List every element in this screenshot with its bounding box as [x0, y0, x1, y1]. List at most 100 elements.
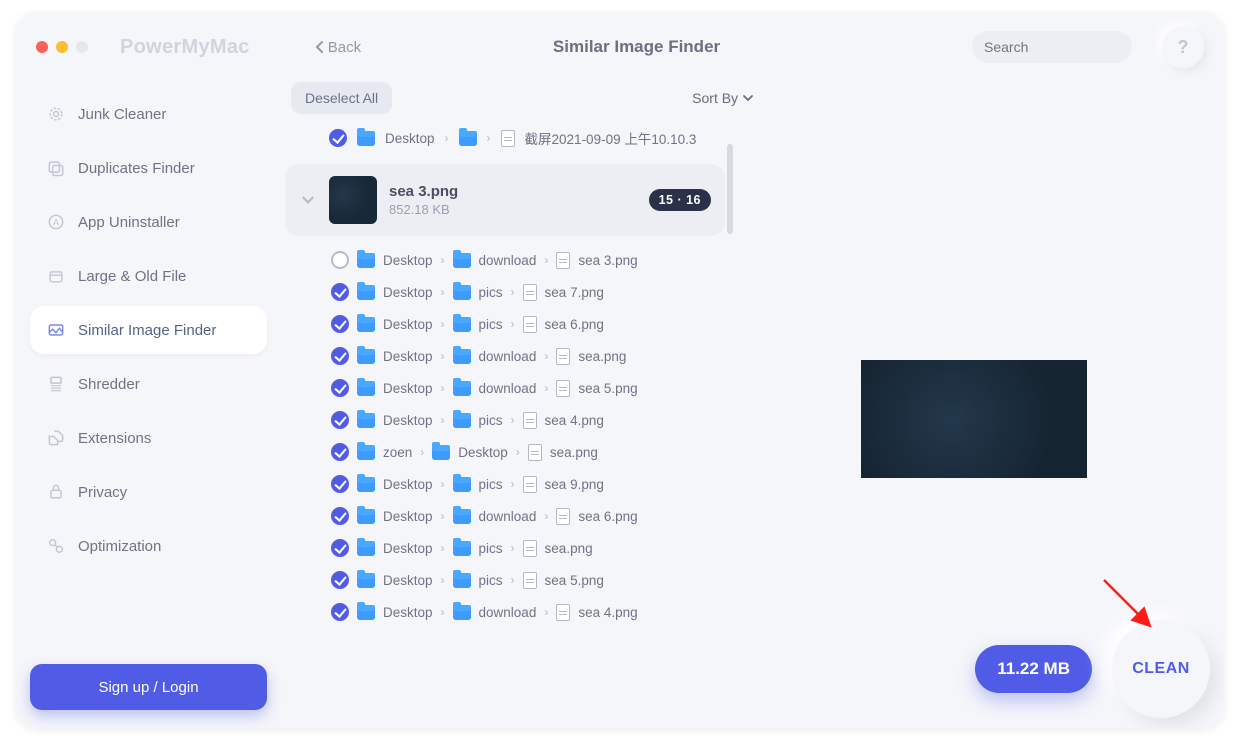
checkbox-icon[interactable]: [331, 379, 349, 397]
breadcrumb-segment: Desktop: [383, 317, 433, 332]
chevron-down-icon: [299, 191, 317, 209]
folder-icon: [357, 381, 375, 396]
checkbox-icon[interactable]: [331, 411, 349, 429]
folder-icon: [453, 509, 471, 524]
folder-icon: [453, 349, 471, 364]
file-icon: [523, 476, 537, 493]
folder-icon: [357, 541, 375, 556]
folder-icon: [357, 131, 375, 146]
list-item[interactable]: Desktop › pics › sea 7.png: [285, 276, 725, 308]
checkbox-icon[interactable]: [331, 475, 349, 493]
list-item[interactable]: Desktop › download › sea 3.png: [285, 244, 725, 276]
file-icon: [556, 508, 570, 525]
sort-by-button[interactable]: Sort By: [692, 90, 754, 106]
breadcrumb-segment: download: [479, 509, 537, 524]
breadcrumb-segment: pics: [479, 573, 503, 588]
breadcrumb-segment: Desktop: [383, 285, 433, 300]
search-field[interactable]: [972, 31, 1132, 63]
checkbox-icon[interactable]: [331, 347, 349, 365]
minimize-window-icon[interactable]: [56, 41, 68, 53]
group-size: 852.18 KB: [389, 202, 458, 217]
list-item[interactable]: Desktop › pics › sea.png: [285, 532, 725, 564]
signup-login-button[interactable]: Sign up / Login: [30, 664, 267, 710]
sidebar-item-label: Optimization: [78, 538, 161, 555]
file-icon: [528, 444, 542, 461]
sidebar-item-similar-image-finder[interactable]: Similar Image Finder: [30, 306, 267, 354]
checkbox-icon[interactable]: [331, 315, 349, 333]
checkbox-icon[interactable]: [331, 507, 349, 525]
list-item[interactable]: Desktop › download › sea 5.png: [285, 372, 725, 404]
search-input[interactable]: [984, 39, 1165, 55]
list-item[interactable]: Desktop › download › sea 6.png: [285, 500, 725, 532]
list-item[interactable]: Desktop › › 截屏2021-09-09 上午10.10.3: [285, 124, 725, 154]
window-controls: [36, 41, 88, 53]
sidebar-item-label: App Uninstaller: [78, 214, 180, 231]
file-name: 截屏2021-09-09 上午10.10.3: [525, 128, 697, 148]
list-item[interactable]: Desktop › pics › sea 5.png: [285, 564, 725, 596]
folder-icon: [357, 317, 375, 332]
folder-icon: [357, 573, 375, 588]
breadcrumb-segment: pics: [479, 317, 503, 332]
checkbox-icon[interactable]: [331, 571, 349, 589]
sidebar-item-optimization[interactable]: Optimization: [30, 522, 267, 570]
file-icon: [556, 348, 570, 365]
folder-icon: [357, 413, 375, 428]
checkbox-icon[interactable]: [331, 443, 349, 461]
sidebar-item-label: Large & Old File: [78, 268, 186, 285]
chevron-down-icon: [742, 93, 754, 103]
sidebar-item-junk-cleaner[interactable]: Junk Cleaner: [30, 90, 267, 138]
folder-icon: [453, 541, 471, 556]
help-button[interactable]: ?: [1162, 26, 1204, 68]
breadcrumb-segment: Desktop: [383, 509, 433, 524]
file-icon: [523, 284, 537, 301]
sidebar-item-label: Privacy: [78, 484, 127, 501]
sidebar-item-extensions[interactable]: Extensions: [30, 414, 267, 462]
sidebar-item-large-old-file[interactable]: Large & Old File: [30, 252, 267, 300]
list-item[interactable]: zoen › Desktop › sea.png: [285, 436, 725, 468]
list-item[interactable]: Desktop › pics › sea 9.png: [285, 468, 725, 500]
breadcrumb-segment: pics: [479, 477, 503, 492]
checkbox-icon[interactable]: [331, 251, 349, 269]
checkbox-icon[interactable]: [331, 283, 349, 301]
breadcrumb-segment: Desktop: [383, 541, 433, 556]
checkbox-icon[interactable]: [331, 603, 349, 621]
folder-icon: [453, 413, 471, 428]
file-name: sea.png: [550, 445, 598, 460]
sidebar-item-label: Extensions: [78, 430, 151, 447]
page-title: Similar Image Finder: [315, 37, 958, 57]
sidebar-item-shredder[interactable]: Shredder: [30, 360, 267, 408]
breadcrumb-segment: download: [479, 381, 537, 396]
folder-icon: [453, 477, 471, 492]
file-icon: [501, 130, 515, 147]
breadcrumb-segment: Desktop: [458, 445, 508, 460]
maximize-window-icon[interactable]: [76, 41, 88, 53]
file-icon: [523, 316, 537, 333]
folder-icon: [357, 253, 375, 268]
breadcrumb-segment: zoen: [383, 445, 412, 460]
sidebar-item-label: Shredder: [78, 376, 140, 393]
list-item[interactable]: Desktop › download › sea.png: [285, 340, 725, 372]
list-item[interactable]: Desktop › pics › sea 4.png: [285, 404, 725, 436]
group-header[interactable]: sea 3.png852.18 KB15 · 16: [285, 164, 725, 236]
checkbox-icon[interactable]: [331, 539, 349, 557]
clean-button[interactable]: CLEAN: [1112, 620, 1210, 718]
list-item[interactable]: Desktop › download › sea 4.png: [285, 596, 725, 628]
file-name: sea 6.png: [578, 509, 637, 524]
breadcrumb-segment: download: [479, 605, 537, 620]
file-name: sea 6.png: [545, 317, 604, 332]
folder-icon: [357, 605, 375, 620]
sidebar-item-app-uninstaller[interactable]: AApp Uninstaller: [30, 198, 267, 246]
sidebar-item-label: Duplicates Finder: [78, 160, 195, 177]
folder-icon: [453, 317, 471, 332]
breadcrumb-segment: download: [479, 253, 537, 268]
list-item[interactable]: Desktop › pics › sea 6.png: [285, 308, 725, 340]
checkbox-icon[interactable]: [329, 129, 347, 147]
count-badge: 15 · 16: [649, 189, 711, 211]
scrollbar-thumb[interactable]: [727, 144, 733, 234]
folder-icon: [357, 445, 375, 460]
sidebar-item-privacy[interactable]: Privacy: [30, 468, 267, 516]
file-name: sea 4.png: [545, 413, 604, 428]
close-window-icon[interactable]: [36, 41, 48, 53]
sidebar-item-duplicates-finder[interactable]: Duplicates Finder: [30, 144, 267, 192]
deselect-all-button[interactable]: Deselect All: [291, 82, 392, 114]
